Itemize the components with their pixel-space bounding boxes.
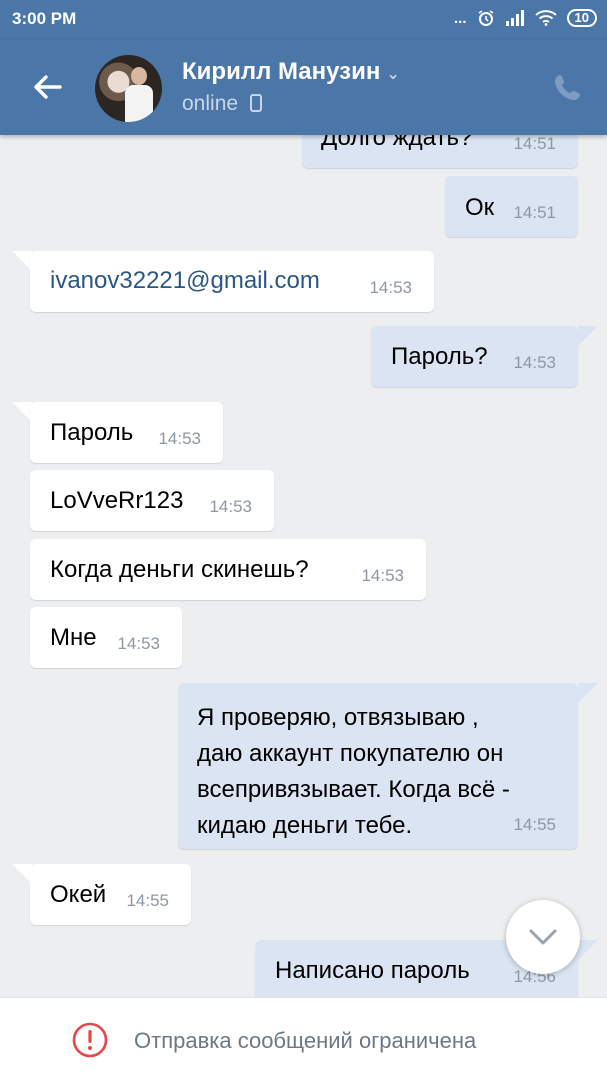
message-time: 14:53 [117, 634, 160, 653]
message-line: Я проверяю, отвязываю , [197, 704, 479, 731]
email-link[interactable]: ivanov32221@gmail.com [50, 267, 320, 295]
message-text: Когда деньги скинешь? [50, 556, 309, 583]
messaging-restricted-text: Отправка сообщений ограничена [134, 1028, 477, 1053]
message-text: Ок [465, 194, 495, 221]
avatar[interactable] [95, 55, 162, 122]
message-text: Я проверяю, отвязываю , даю аккаунт поку… [197, 700, 510, 844]
message-time: 14:51 [513, 203, 556, 222]
message-bubble-incoming[interactable]: Окей 14:55 [30, 864, 191, 925]
contact-name: Кирилл Манузин [182, 58, 381, 85]
message-time: 14:53 [158, 429, 201, 448]
bubble-tail [578, 940, 598, 960]
warning-icon [72, 1022, 108, 1058]
chevron-down-icon [529, 929, 557, 945]
bubble-tail [578, 326, 598, 346]
wifi-icon [534, 10, 557, 26]
bubble-tail [578, 683, 598, 703]
message-text: Долго ждать? [321, 135, 473, 151]
message-bubble-incoming[interactable]: LoVveRr123 14:53 [30, 470, 274, 531]
message-bubble-outgoing[interactable]: Я проверяю, отвязываю , даю аккаунт поку… [178, 683, 578, 849]
chat-header: Кирилл Манузин ⌄ online [0, 40, 607, 135]
battery-icon: 10 [566, 9, 597, 27]
more-dots-icon: ... [454, 9, 467, 27]
bubble-tail [12, 864, 32, 884]
message-bubble-incoming[interactable]: Пароль 14:53 [30, 402, 223, 463]
messaging-restricted-bar: Отправка сообщений ограничена [0, 997, 607, 1081]
message-bubble-incoming[interactable]: ivanov32221@gmail.com 14:53 [30, 251, 434, 312]
phone-call-icon[interactable] [553, 72, 583, 102]
message-text: Мне [50, 624, 97, 651]
message-line: даю аккаунт покупателю он [197, 740, 504, 767]
message-list[interactable]: Долго ждать? 14:51 Ок 14:51 ivanov32221@… [0, 135, 607, 997]
presence-status: online [182, 92, 262, 116]
message-bubble-outgoing[interactable]: Пароль? 14:53 [371, 326, 578, 387]
message-time: 14:53 [513, 353, 556, 372]
alarm-icon [478, 10, 493, 26]
status-icons: ... 10 [454, 9, 597, 27]
chevron-down-icon: ⌄ [386, 66, 400, 83]
mobile-device-icon [249, 94, 262, 112]
message-time: 14:53 [209, 497, 252, 516]
message-bubble-incoming[interactable]: Когда деньги скинешь? 14:53 [30, 539, 426, 600]
back-arrow-icon[interactable] [30, 70, 64, 104]
signal-icon [505, 10, 524, 26]
message-text: Пароль [50, 419, 134, 446]
message-line: всепривязывает. Когда всё - [197, 776, 510, 803]
message-time: 14:53 [361, 566, 404, 585]
message-text: Пароль? [391, 343, 488, 370]
status-bar: 3:00 PM ... 10 [0, 0, 607, 40]
message-text: Написано пароль [275, 957, 470, 984]
message-time: 14:55 [126, 891, 169, 910]
contact-name-button[interactable]: Кирилл Манузин ⌄ [182, 58, 400, 86]
status-time: 3:00 PM [12, 9, 77, 28]
message-time: 14:55 [513, 815, 556, 834]
message-bubble-outgoing[interactable]: Ок 14:51 [445, 176, 578, 237]
message-bubble-outgoing[interactable]: Долго ждать? 14:51 [302, 135, 578, 168]
message-line: кидаю деньги тебе. [197, 812, 413, 839]
presence-text: online [182, 92, 239, 115]
message-bubble-incoming[interactable]: Мне 14:53 [30, 607, 182, 668]
message-time: 14:53 [369, 278, 412, 297]
scroll-down-button[interactable] [506, 900, 580, 974]
bubble-tail [12, 402, 32, 422]
message-time: 14:51 [513, 135, 556, 153]
message-text: Окей [50, 881, 107, 908]
message-text: LoVveRr123 [50, 487, 184, 514]
bubble-tail [12, 251, 32, 271]
